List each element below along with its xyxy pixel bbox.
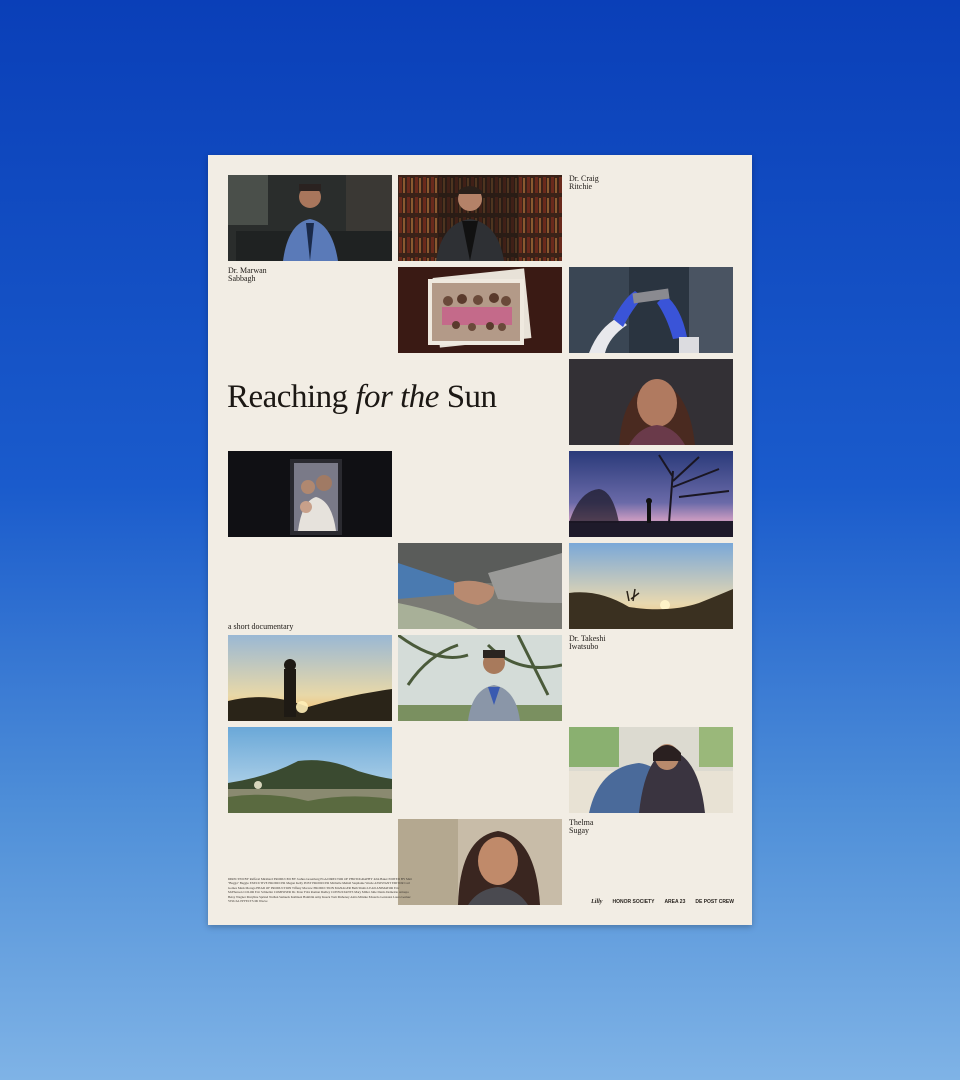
photo-thelma-portrait — [569, 359, 733, 445]
title-italic: for the — [355, 379, 439, 415]
poster-subtitle: a short documentary — [228, 622, 294, 631]
logo-row: Lilly HONOR SOCIETY AREA 23 DE POST CREW — [591, 899, 734, 905]
photo-craig-ritchie — [398, 175, 562, 261]
label-marwan-sabbagh: Dr. Marwan Sabbagh — [228, 267, 308, 283]
photo-lab-gloves — [569, 267, 733, 353]
credits-block: DIRECTED BY Rafferal Mirnhard PRODUCED B… — [228, 877, 412, 904]
photo-framed-family — [228, 451, 392, 537]
photo-takeshi-iwatsubo — [398, 635, 562, 721]
photo-desert-sunrise — [569, 543, 733, 629]
label-line: Iwatsubo — [569, 642, 599, 651]
photo-holding-hands — [398, 543, 562, 629]
label-thelma-sugay: Thelma Sugay — [569, 819, 649, 835]
movie-poster: Dr. Craig Ritchie Dr. Marwan Sabbagh Rea… — [208, 155, 752, 925]
photo-embrace — [569, 727, 733, 813]
label-takeshi-iwatsubo: Dr. Takeshi Iwatsubo — [569, 635, 649, 651]
title-part: Sun — [438, 379, 497, 415]
photo-dusk-silhouette — [569, 451, 733, 537]
title-part: Reaching — [227, 379, 356, 415]
label-craig-ritchie: Dr. Craig Ritchie — [569, 175, 649, 191]
label-line: Sabbagh — [228, 274, 256, 283]
honor-society-logo: HONOR SOCIETY — [612, 899, 655, 905]
area23-logo: AREA 23 — [664, 899, 686, 905]
label-line: Sugay — [569, 826, 589, 835]
photo-desert-mountain — [228, 727, 392, 813]
label-line: Ritchie — [569, 182, 593, 191]
photo-marwan-sabbagh — [228, 175, 392, 261]
photo-thelma-smiling — [398, 819, 562, 905]
photo-man-silhouette-sunset — [228, 635, 392, 721]
lilly-logo: Lilly — [591, 899, 603, 905]
poster-title: Reaching for the Sun — [227, 379, 497, 416]
photo-family-snapshots — [398, 267, 562, 353]
post-crew-logo: DE POST CREW — [695, 899, 734, 905]
